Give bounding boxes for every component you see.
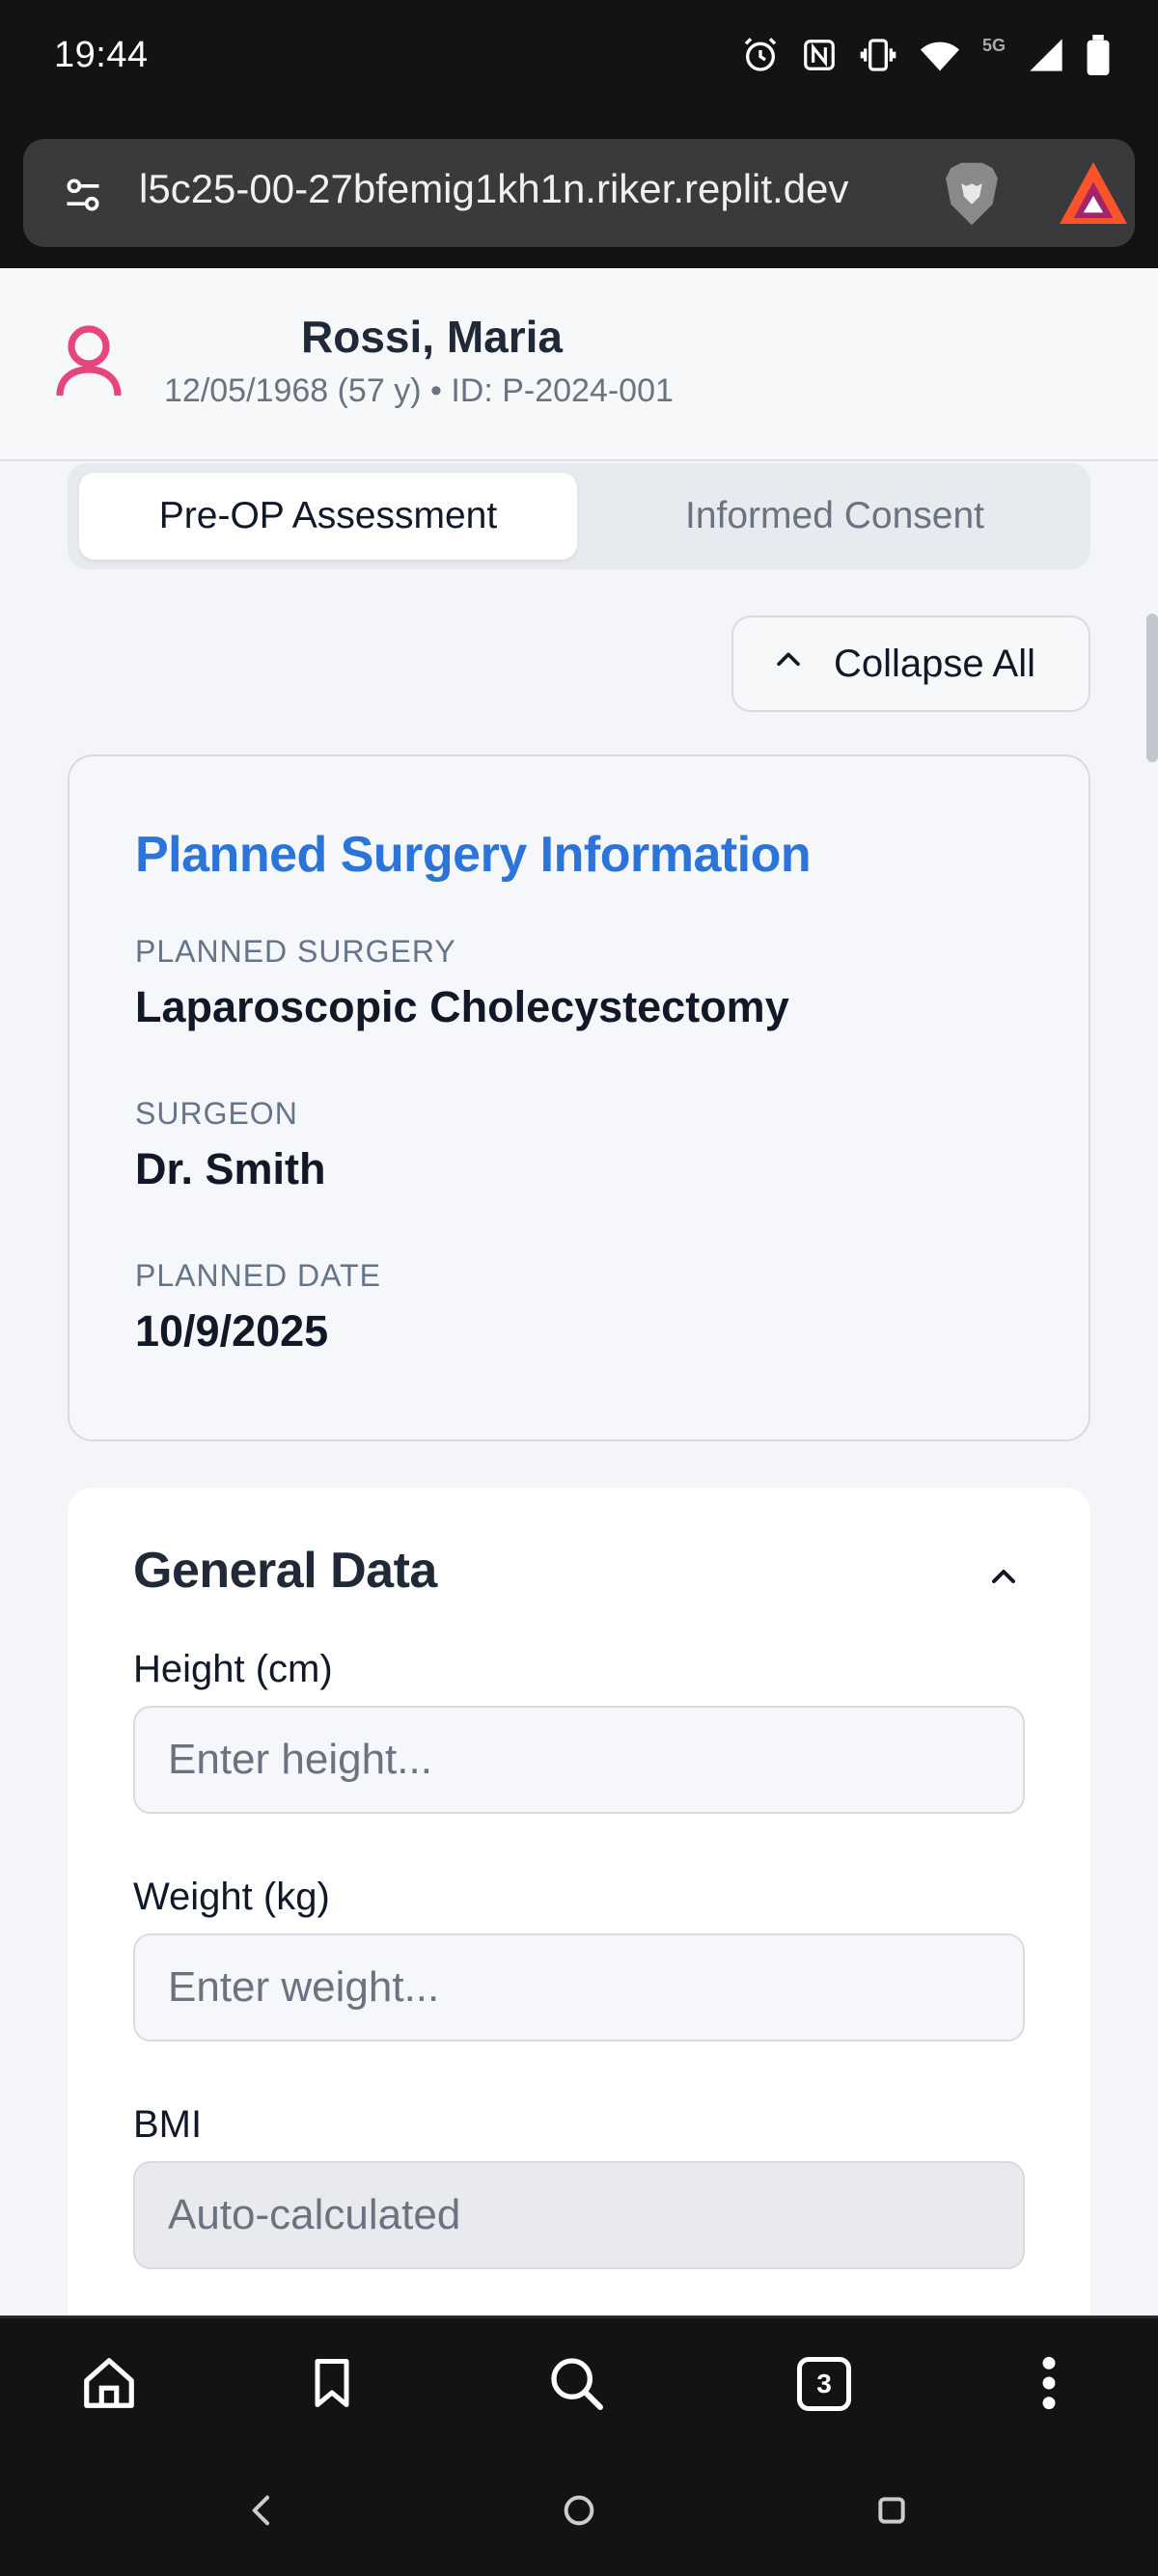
collapse-all-button[interactable]: Collapse All — [731, 616, 1090, 712]
planned-date-label: PLANNED DATE — [135, 1258, 382, 1293]
planned-date-value: 10/9/2025 — [135, 1306, 329, 1356]
home-icon[interactable] — [79, 2353, 139, 2418]
status-icons: 5G — [741, 35, 1110, 75]
status-time: 19:44 — [54, 35, 149, 75]
vibrate-icon — [859, 36, 897, 74]
height-input[interactable] — [133, 1706, 1025, 1814]
general-data-card: General Data Height (cm) Weight (kg) BMI — [68, 1488, 1090, 2316]
wifi-icon — [919, 36, 961, 74]
home-nav-icon[interactable] — [560, 2489, 598, 2536]
recents-icon[interactable] — [872, 2489, 911, 2536]
phone-screen: 19:44 5G l5c25-00-27bfemig1kh1n.riker.re… — [0, 0, 1158, 2576]
search-icon[interactable] — [546, 2353, 608, 2420]
network-type-label: 5G — [981, 35, 1006, 55]
tab-count-button[interactable]: 3 — [797, 2357, 851, 2411]
patient-meta: 12/05/1968 (57 y) • ID: P-2024-001 — [164, 372, 674, 409]
tab-pre-op-assessment[interactable]: Pre-OP Assessment — [79, 473, 577, 560]
url-text[interactable]: l5c25-00-27bfemig1kh1n.riker.replit.dev — [139, 166, 921, 212]
chevron-up-icon — [772, 643, 805, 686]
surgeon-label: SURGEON — [135, 1096, 298, 1131]
address-bar[interactable]: l5c25-00-27bfemig1kh1n.riker.replit.dev — [23, 139, 1135, 247]
browser-toolbar: 3 — [0, 2316, 1158, 2447]
weight-input[interactable] — [133, 1933, 1025, 2042]
collapse-all-label: Collapse All — [834, 642, 1036, 685]
system-nav-bar — [0, 2447, 1158, 2576]
tab-bar: Pre-OP Assessment Informed Consent — [68, 463, 1090, 569]
weight-label: Weight (kg) — [133, 1876, 330, 1918]
brave-shields-icon[interactable] — [940, 160, 1004, 233]
user-icon — [54, 322, 124, 404]
card-title: Planned Surgery Information — [135, 827, 812, 883]
chevron-up-icon[interactable] — [984, 1557, 1023, 1601]
site-settings-icon[interactable] — [62, 174, 104, 221]
planned-surgery-value: Laparoscopic Cholecystectomy — [135, 982, 789, 1031]
web-content: Rossi, Maria 12/05/1968 (57 y) • ID: P-2… — [0, 268, 1158, 2316]
surgeon-value: Dr. Smith — [135, 1144, 326, 1193]
status-bar: 19:44 5G — [0, 0, 1158, 125]
back-icon[interactable] — [243, 2489, 282, 2536]
alarm-icon — [741, 36, 780, 74]
bmi-field — [133, 2161, 1025, 2269]
bookmark-icon[interactable] — [303, 2353, 361, 2418]
planned-surgery-card: Planned Surgery Information PLANNED SURG… — [68, 754, 1090, 1441]
nfc-icon — [801, 37, 838, 73]
patient-name: Rossi, Maria — [301, 312, 563, 362]
bmi-label: BMI — [133, 2103, 203, 2146]
tab-informed-consent[interactable]: Informed Consent — [589, 473, 1081, 560]
scrollbar[interactable] — [1146, 614, 1158, 762]
more-menu-icon[interactable] — [1034, 2353, 1063, 2418]
section-title: General Data — [133, 1543, 437, 1599]
planned-surgery-label: PLANNED SURGERY — [135, 934, 456, 969]
patient-header: Rossi, Maria 12/05/1968 (57 y) • ID: P-2… — [0, 268, 1158, 461]
battery-icon — [1087, 35, 1110, 75]
brave-rewards-icon[interactable] — [1060, 162, 1127, 229]
signal-icon — [1027, 36, 1065, 74]
height-label: Height (cm) — [133, 1648, 333, 1690]
